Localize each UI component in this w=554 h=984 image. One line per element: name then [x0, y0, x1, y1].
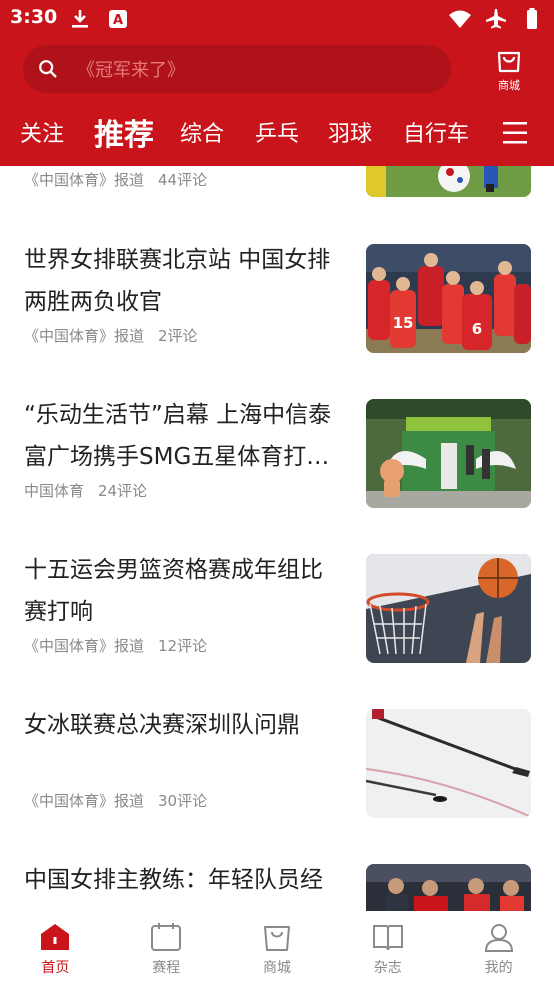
nav-shop[interactable]: 商城 [222, 911, 333, 984]
news-source: 《中国体育》报道 [24, 792, 145, 810]
news-thumbnail[interactable] [366, 864, 531, 911]
news-comments: 44评论 [158, 171, 208, 189]
news-comments: 12评论 [158, 637, 208, 655]
nav-label: 首页 [41, 960, 70, 976]
tab-table-tennis[interactable]: 乒乓 [255, 116, 299, 148]
news-item[interactable]: 女冰联赛总决赛深圳队问鼎 《中国体育》报道 30评论 [0, 667, 554, 822]
nav-label: 我的 [484, 960, 513, 976]
event-stage-photo [366, 399, 531, 508]
svg-text:15: 15 [393, 314, 414, 332]
ice-hockey-photo [366, 709, 531, 818]
search-icon [39, 60, 57, 78]
nav-home[interactable]: 首页 [0, 911, 111, 984]
news-thumbnail[interactable] [366, 554, 531, 663]
news-feed[interactable]: 《中国体育》报道 44评论 世界女排联赛北京站 中国女排两胜两负收官 《中国体育》… [0, 166, 554, 911]
nav-label: 赛程 [152, 960, 181, 976]
news-item[interactable]: 中国女排主教练：年轻队员经 [0, 822, 554, 911]
news-item[interactable]: 世界女排联赛北京站 中国女排两胜两负收官 《中国体育》报道 2评论 15 6 [0, 202, 554, 357]
news-comments: 30评论 [158, 792, 208, 810]
news-thumbnail[interactable]: 15 6 [366, 244, 531, 353]
text-app-icon: A [109, 10, 127, 28]
news-title: 中国女排主教练：年轻队员经 [24, 867, 323, 893]
book-icon [372, 925, 403, 951]
nav-profile[interactable]: 我的 [443, 911, 554, 984]
news-meta: 《中国体育》报道 30评论 [24, 790, 207, 811]
app-header: 3:30 A 《冠军来了》 商城 关注 推荐 综合 乒乓 羽球 自行车 [0, 0, 554, 166]
news-meta: 中国体育 24评论 [24, 480, 147, 501]
category-tabs: 关注 推荐 综合 乒乓 羽球 自行车 [0, 108, 554, 158]
home-icon [41, 924, 70, 950]
download-icon [72, 10, 88, 28]
news-title: 世界女排联赛北京站 中国女排两胜两负收官 [24, 247, 331, 315]
news-item[interactable]: 《中国体育》报道 44评论 [0, 166, 554, 202]
news-comments: 2评论 [158, 327, 198, 345]
search-bar[interactable]: 《冠军来了》 [23, 45, 451, 93]
svg-text:6: 6 [472, 320, 482, 338]
tab-cycling[interactable]: 自行车 [403, 116, 469, 148]
news-source: 中国体育 [24, 482, 85, 500]
basketball-photo [366, 554, 531, 663]
news-source: 《中国体育》报道 [24, 327, 145, 345]
airplane-icon [486, 9, 506, 29]
news-item[interactable]: 十五运会男篮资格赛成年组比赛打响 《中国体育》报道 12评论 [0, 512, 554, 667]
volleyball-team-photo: 15 6 [366, 244, 531, 353]
bottom-nav: 首页 赛程 商城 杂志 我的 [0, 911, 554, 984]
calendar-icon [151, 923, 182, 951]
news-title: “乐动生活节”启幕 上海中信泰富广场携手SMG五星体育打… [24, 402, 332, 470]
coach-photo [366, 864, 531, 911]
news-item[interactable]: “乐动生活节”启幕 上海中信泰富广场携手SMG五星体育打… 中国体育 24评论 [0, 357, 554, 512]
news-source: 《中国体育》报道 [24, 171, 145, 189]
user-icon [484, 924, 513, 952]
tab-badminton[interactable]: 羽球 [328, 116, 372, 148]
news-thumbnail[interactable] [366, 166, 531, 197]
nav-label: 商城 [262, 960, 291, 976]
news-source: 《中国体育》报道 [24, 637, 145, 655]
news-meta: 《中国体育》报道 12评论 [24, 635, 207, 656]
nav-label: 杂志 [373, 960, 402, 976]
news-title: 十五运会男篮资格赛成年组比赛打响 [24, 557, 323, 625]
shopping-bag-icon [497, 51, 521, 73]
svg-text:A: A [113, 13, 123, 28]
battery-icon [527, 8, 537, 29]
search-placeholder: 《冠军来了》 [77, 60, 185, 81]
status-time: 3:30 [10, 6, 58, 28]
soccer-photo [366, 166, 531, 197]
tab-general[interactable]: 综合 [180, 116, 224, 148]
news-meta: 《中国体育》报道 44评论 [24, 169, 207, 190]
news-title: 女冰联赛总决赛深圳队问鼎 [24, 712, 300, 738]
news-thumbnail[interactable] [366, 709, 531, 818]
shop-label: 商城 [498, 79, 520, 92]
menu-icon[interactable] [501, 120, 529, 146]
shop-button[interactable]: 商城 [487, 45, 531, 95]
nav-magazine[interactable]: 杂志 [332, 911, 443, 984]
news-meta: 《中国体育》报道 2评论 [24, 325, 198, 346]
status-bar: 3:30 A [0, 0, 554, 38]
news-thumbnail[interactable] [366, 399, 531, 508]
shopping-bag-icon [263, 926, 290, 951]
news-comments: 24评论 [98, 482, 148, 500]
tab-follow[interactable]: 关注 [20, 116, 64, 148]
tab-recommend[interactable]: 推荐 [94, 110, 154, 154]
wifi-icon [449, 10, 471, 28]
nav-schedule[interactable]: 赛程 [111, 911, 222, 984]
